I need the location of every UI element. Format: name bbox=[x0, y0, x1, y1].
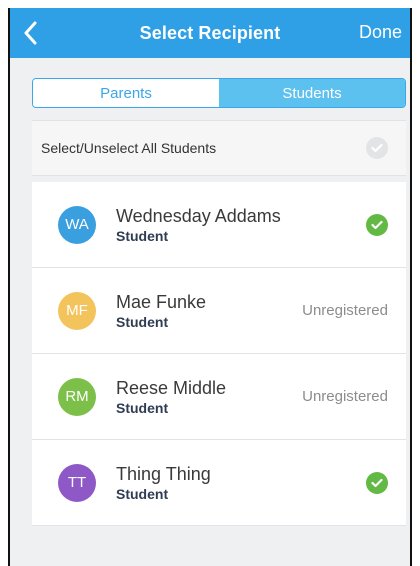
tab-students[interactable]: Students bbox=[219, 79, 405, 107]
recipient-type-segmented-control: Parents Students bbox=[32, 78, 406, 108]
check-circle-icon[interactable] bbox=[366, 213, 388, 236]
avatar-initials: RM bbox=[65, 388, 89, 405]
page-title: Select Recipient bbox=[139, 22, 281, 43]
list-item[interactable]: MF Mae Funke Student Unregistered bbox=[32, 268, 406, 354]
avatar: TT bbox=[58, 463, 96, 502]
recipient-info: Mae Funke Student bbox=[116, 292, 302, 330]
phone-frame: Select Recipient Done Parents Students S… bbox=[8, 8, 412, 566]
recipient-role: Student bbox=[116, 227, 169, 244]
recipient-name: Mae Funke bbox=[116, 291, 207, 312]
recipient-name: Wednesday Addams bbox=[116, 205, 281, 226]
list-item[interactable]: TT Thing Thing Student bbox=[32, 440, 406, 526]
chevron-left-icon bbox=[24, 21, 37, 45]
avatar-initials: WA bbox=[65, 216, 89, 233]
avatar: MF bbox=[58, 291, 96, 330]
recipient-role: Student bbox=[116, 485, 169, 502]
recipient-info: Reese Middle Student bbox=[116, 378, 302, 416]
unregistered-label: Unregistered bbox=[302, 388, 388, 405]
avatar-initials: TT bbox=[67, 474, 87, 491]
recipient-info: Thing Thing Student bbox=[116, 464, 366, 502]
avatar: WA bbox=[58, 205, 96, 244]
tab-parents[interactable]: Parents bbox=[33, 79, 219, 107]
recipient-list: WA Wednesday Addams Student MF Mae Funke… bbox=[32, 182, 406, 526]
avatar-initials: MF bbox=[66, 302, 88, 319]
back-button[interactable] bbox=[18, 18, 42, 48]
select-all-label: Select/Unselect All Students bbox=[41, 140, 217, 156]
nav-bar: Select Recipient Done bbox=[10, 8, 410, 58]
list-item[interactable]: RM Reese Middle Student Unregistered bbox=[32, 354, 406, 440]
check-circle-icon[interactable] bbox=[366, 137, 388, 159]
recipient-role: Student bbox=[116, 399, 169, 416]
list-item[interactable]: WA Wednesday Addams Student bbox=[32, 182, 406, 268]
recipient-info: Wednesday Addams Student bbox=[116, 206, 366, 244]
avatar: RM bbox=[58, 377, 96, 416]
recipient-role: Student bbox=[116, 313, 169, 330]
recipient-name: Reese Middle bbox=[116, 377, 227, 398]
unregistered-label: Unregistered bbox=[302, 302, 388, 319]
check-circle-icon[interactable] bbox=[366, 471, 388, 494]
select-all-row[interactable]: Select/Unselect All Students bbox=[32, 120, 406, 176]
done-button[interactable]: Done bbox=[359, 22, 402, 43]
recipient-name: Thing Thing bbox=[116, 463, 211, 484]
